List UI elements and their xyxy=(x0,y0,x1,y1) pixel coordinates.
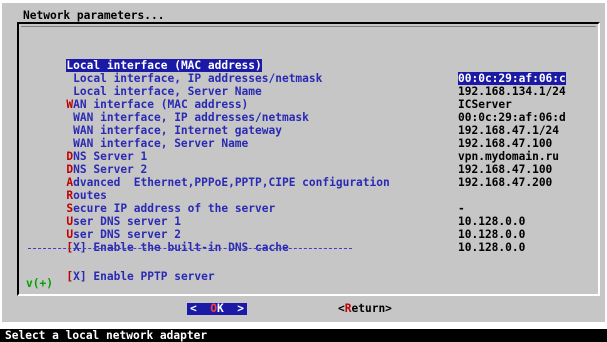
frame-shadow xyxy=(21,26,596,27)
menu-item-local-interface-server-name[interactable]: Local interface, Server Name ICServer xyxy=(26,72,598,111)
scroll-indicator[interactable]: v(+) xyxy=(26,277,53,290)
item-label: X] Enable PPTP server xyxy=(73,270,215,283)
ok-bracket-right: > xyxy=(237,302,244,315)
menu-item-secure-ip-address[interactable]: Secure IP address of the server 10.128.0… xyxy=(26,189,598,228)
menu-item-dns-server-2[interactable]: DNS Server 2 192.168.47.200 xyxy=(26,150,598,189)
status-bar: Select a local network adapter xyxy=(0,329,607,342)
menu-item-routes[interactable]: Routes - xyxy=(26,176,598,215)
separator xyxy=(28,248,352,249)
menu-item-wan-interface-server-name[interactable]: WAN interface, Server Name vpn.mydomain.… xyxy=(26,124,598,163)
menu-item-local-interface-ip[interactable]: Local interface, IP addresses/netmask 19… xyxy=(26,59,598,98)
return-button[interactable]: <Return> xyxy=(338,303,392,315)
hotkey: R xyxy=(344,302,352,315)
hotkey: O xyxy=(210,302,217,315)
terminal-screen: Network parameters... Local interface (M… xyxy=(0,0,607,342)
menu-item-advanced-configuration[interactable]: Advanced Ethernet,PPPoE,PPTP,CIPE config… xyxy=(26,163,598,189)
menu-item-wan-interface-ip[interactable]: WAN interface, IP addresses/netmask 192.… xyxy=(26,98,598,137)
menu-item-wan-interface-gateway[interactable]: WAN interface, Internet gateway 192.168.… xyxy=(26,111,598,150)
item-value: 10.128.0.0 xyxy=(458,241,526,254)
menu-item-user-dns-server-2[interactable]: User DNS server 2 10.128.0.0 xyxy=(26,215,598,254)
dialog-title: Network parameters... xyxy=(23,9,165,22)
menu-item-user-dns-server-1[interactable]: User DNS server 1 10.128.0.0 xyxy=(26,202,598,241)
checkbox-dns-cache[interactable]: [X] Enable the built-in DNS cache xyxy=(26,228,598,254)
checkbox-pptp-server[interactable]: [X] Enable PPTP server xyxy=(26,257,598,283)
ok-button[interactable]: < OK > xyxy=(187,303,247,315)
menu-item-local-interface-mac[interactable]: Local interface (MAC address) 00:0c:29:a… xyxy=(26,46,598,85)
menu-item-dns-server-1[interactable]: DNS Server 1 192.168.47.100 xyxy=(26,137,598,176)
ok-label: K xyxy=(217,302,224,315)
return-label: eturn> xyxy=(351,302,392,315)
return-bracket-left: < xyxy=(338,302,345,315)
menu-item-wan-interface-mac[interactable]: WAN interface (MAC address) 00:0c:29:af:… xyxy=(26,85,598,124)
menu-list: Local interface (MAC address) 00:0c:29:a… xyxy=(26,46,598,286)
ok-bracket-left: < xyxy=(190,302,197,315)
